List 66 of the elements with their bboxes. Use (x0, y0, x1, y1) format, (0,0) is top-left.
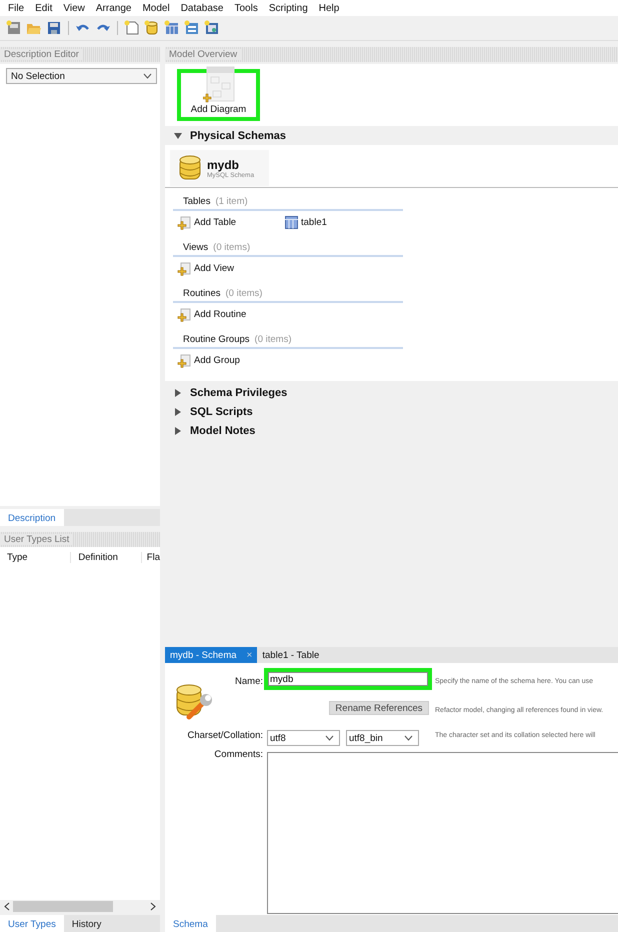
group-title: Routines (183, 288, 220, 299)
menu-item[interactable]: Arrange (92, 2, 138, 14)
scroll-left-icon[interactable] (4, 902, 10, 910)
field-label: Name: (234, 676, 263, 687)
editor-tab[interactable]: table1 - Table (257, 647, 324, 663)
panel-title: Description Editor (0, 49, 83, 60)
group-title: Routine Groups (183, 334, 250, 345)
column-header[interactable]: Type (0, 552, 72, 562)
add-object-button[interactable]: Add Table (177, 216, 285, 230)
database-icon[interactable] (144, 20, 160, 36)
add-diagram-button[interactable]: Add Diagram (177, 69, 260, 121)
charset-dropdown[interactable]: utf8 (267, 730, 340, 746)
new-page-icon[interactable] (124, 20, 140, 36)
menu-item[interactable]: Help (314, 2, 346, 14)
add-object-button[interactable]: Add Routine (177, 308, 285, 322)
scrollbar-thumb[interactable] (13, 900, 113, 912)
page-with-plus-icon (177, 216, 191, 230)
scroll-right-icon[interactable] (150, 902, 156, 910)
selection-dropdown[interactable]: No Selection (6, 68, 157, 84)
expanded-triangle-icon (174, 132, 182, 140)
schema-name: mydb (207, 158, 240, 172)
panel-tab[interactable]: Description (0, 509, 64, 526)
comments-field[interactable] (267, 752, 618, 914)
column-header[interactable]: Fla (142, 552, 160, 562)
chevron-down-icon (404, 735, 413, 741)
menu-item[interactable]: View (59, 2, 92, 14)
chevron-down-icon (143, 73, 152, 79)
database-icon (179, 155, 201, 181)
panel-tab[interactable]: Schema (165, 915, 216, 932)
panel-tab[interactable]: User Types (0, 915, 64, 932)
group-count: (1 item) (215, 196, 248, 207)
group-title: Tables (183, 196, 210, 207)
new-document-icon[interactable] (6, 20, 22, 36)
page-with-plus-icon (177, 308, 191, 322)
group-title: Views (183, 242, 208, 253)
column-header[interactable]: Definition (71, 552, 142, 562)
menu-item[interactable]: Database (176, 2, 230, 14)
editor-tab[interactable]: mydb - Schema × (165, 647, 258, 663)
table-item[interactable]: table1 (285, 216, 393, 229)
field-label: Charset/Collation: (186, 730, 263, 740)
menu-item[interactable]: Scripting (264, 2, 315, 14)
menu-item[interactable]: Edit (31, 2, 60, 14)
rename-references-button[interactable]: Rename References (329, 701, 429, 715)
field-label: Comments: (213, 749, 263, 760)
menu-item[interactable]: Model (138, 2, 177, 14)
menu-item[interactable]: File (4, 2, 32, 14)
chevron-down-icon (325, 735, 334, 741)
page-with-plus-icon (177, 354, 191, 368)
add-object-button[interactable]: Add Group (177, 354, 285, 368)
add-object-button[interactable]: Add View (177, 262, 285, 276)
name-field[interactable]: mydb (264, 668, 432, 690)
group-count: (0 items) (254, 334, 292, 345)
group-count: (0 items) (226, 288, 262, 299)
page-with-plus-icon (177, 262, 191, 276)
save-icon[interactable] (46, 20, 62, 36)
table-icon[interactable] (164, 20, 180, 36)
panel-title: User Types List (0, 534, 74, 545)
collation-dropdown[interactable]: utf8_bin (346, 730, 419, 746)
panel-title: Model Overview (165, 49, 242, 60)
group-count: (0 items) (213, 242, 250, 253)
collapsed-triangle-icon (174, 426, 182, 434)
collapsed-triangle-icon (174, 408, 182, 416)
table-icon (285, 216, 298, 229)
diagram-icon (202, 66, 234, 104)
menu-item[interactable]: Tools (230, 2, 265, 14)
collapsed-triangle-icon (174, 388, 182, 396)
